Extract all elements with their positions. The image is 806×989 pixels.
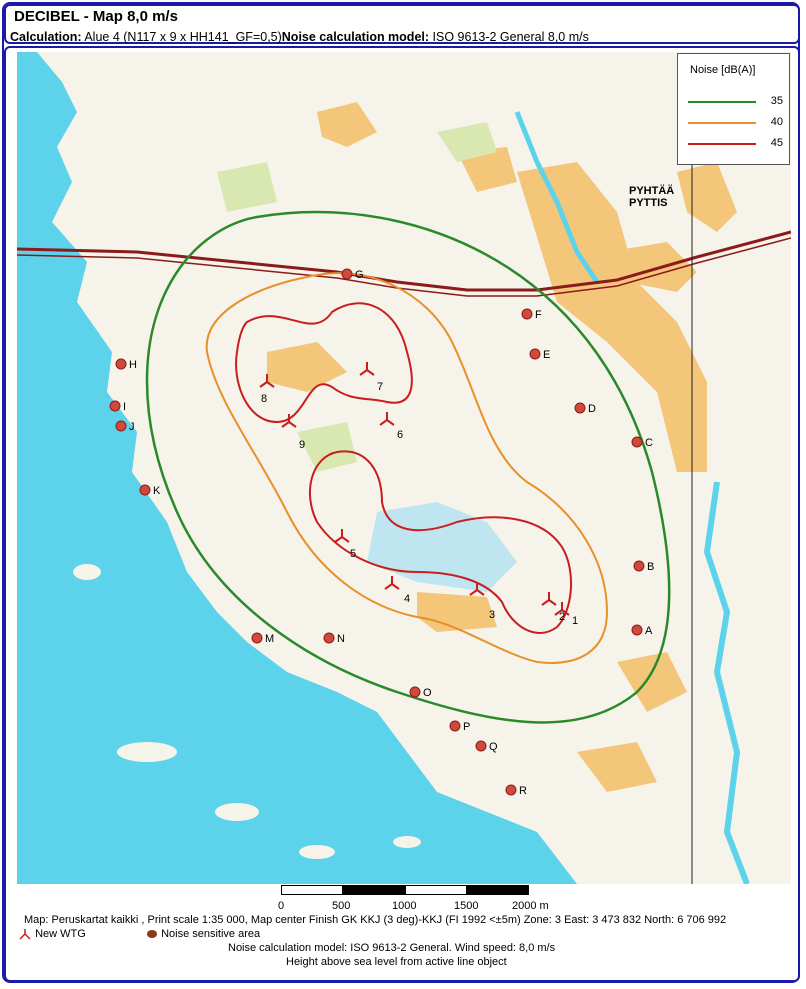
turbine-label: 2 — [559, 611, 565, 623]
receptor-label: A — [645, 625, 653, 637]
scale-segment — [467, 885, 529, 895]
receptor-label: C — [645, 437, 653, 449]
scale-segment — [405, 885, 467, 895]
turbine-label: 5 — [350, 548, 356, 560]
receptor-icon — [109, 400, 121, 412]
turbine-label: 1 — [572, 615, 578, 627]
scale-tick: 1000 — [392, 900, 417, 912]
turbine-label: 4 — [404, 593, 410, 605]
island — [299, 845, 335, 859]
header-panel: DECIBEL - Map 8,0 m/s Calculation: Alue … — [4, 4, 800, 44]
receptor-icon — [341, 268, 353, 280]
legend-entry-35: 35 — [688, 95, 783, 109]
scale-bar — [281, 885, 529, 897]
turbine-icon — [19, 929, 31, 940]
page-title: DECIBEL - Map 8,0 m/s — [14, 8, 178, 25]
island — [117, 742, 177, 762]
scale-segment — [343, 885, 405, 895]
height-note: Height above sea level from active line … — [286, 956, 507, 968]
receptor-icon — [521, 308, 533, 320]
receptor-icon — [529, 348, 541, 360]
scale-segment — [281, 885, 343, 895]
receptor-icon — [631, 624, 643, 636]
calc-label: Calculation: — [10, 30, 82, 44]
receptor-icon — [475, 740, 487, 752]
receptor-label: M — [265, 633, 274, 645]
turbine-label: 7 — [377, 381, 383, 393]
island — [393, 836, 421, 848]
legend-value: 40 — [770, 116, 783, 128]
turbine-label: 8 — [261, 393, 267, 405]
calculation-info: Calculation: Alue 4 (N117 x 9 x HH141_GF… — [10, 30, 589, 44]
island — [73, 564, 101, 580]
turbine-label: 9 — [299, 439, 305, 451]
place-label: PYHTÄÄ — [629, 184, 674, 197]
scale-tick: 0 — [278, 900, 285, 912]
receptor-icon — [147, 930, 157, 939]
legend-line — [688, 143, 756, 145]
receptor-icon — [449, 720, 461, 732]
receptor-icon — [115, 420, 127, 432]
legend-nsa-label: Noise sensitive area — [161, 928, 261, 940]
receptor-label: G — [355, 269, 364, 281]
receptor-label: F — [535, 309, 542, 321]
model-value: ISO 9613-2 General 8,0 m/s — [432, 30, 589, 44]
legend-value: 35 — [770, 95, 783, 107]
scale-tick: 2000 m — [512, 900, 549, 912]
receptor-label: B — [647, 561, 654, 573]
island — [215, 803, 259, 821]
turbine-label: 6 — [397, 429, 403, 441]
receptor-icon — [574, 402, 586, 414]
receptor-icon — [633, 560, 645, 572]
legend-wtg: New WTG — [18, 928, 86, 940]
legend-wtg-label: New WTG — [35, 928, 86, 940]
receptor-label: D — [588, 403, 596, 415]
receptor-label: H — [129, 359, 137, 371]
receptor-label: O — [423, 687, 432, 699]
receptor-icon — [323, 632, 335, 644]
noise-legend: Noise [dB(A)] 35 40 45 — [677, 53, 790, 165]
legend-value: 45 — [770, 137, 783, 149]
map-info: Map: Peruskartat kaikki , Print scale 1:… — [24, 914, 727, 926]
receptor-icon — [505, 784, 517, 796]
receptor-label: P — [463, 721, 470, 733]
receptor-icon — [139, 484, 151, 496]
receptor-label: N — [337, 633, 345, 645]
model-label: Noise calculation model: — [281, 30, 430, 44]
receptor-icon — [251, 632, 263, 644]
receptor-label: E — [543, 349, 550, 361]
model-note: Noise calculation model: ISO 9613-2 Gene… — [228, 942, 556, 954]
legend-title: Noise [dB(A)] — [690, 64, 756, 76]
receptor-icon — [115, 358, 127, 370]
legend-line — [688, 101, 756, 103]
legend-entry-45: 45 — [688, 137, 783, 151]
legend-line — [688, 122, 756, 124]
receptor-label: K — [153, 485, 161, 497]
receptor-label: R — [519, 785, 527, 797]
receptor-label: I — [123, 401, 126, 413]
place-label: PYTTIS — [629, 197, 668, 209]
legend-entry-40: 40 — [688, 116, 783, 130]
receptor-icon — [409, 686, 421, 698]
legend-nsa: Noise sensitive area — [146, 928, 260, 940]
receptor-label: Q — [489, 741, 498, 753]
scale-tick: 1500 — [454, 900, 479, 912]
calc-value: Alue 4 (N117 x 9 x HH141_GF=0,5) — [84, 30, 282, 44]
noise-map[interactable]: 123456789 ABCDEFGHIJKM NOPQR PYHTÄÄ PYTTI… — [17, 52, 791, 884]
receptor-icon — [631, 436, 643, 448]
scale-tick: 500 — [332, 900, 351, 912]
turbine-label: 3 — [489, 609, 495, 621]
receptor-label: J — [129, 421, 135, 433]
